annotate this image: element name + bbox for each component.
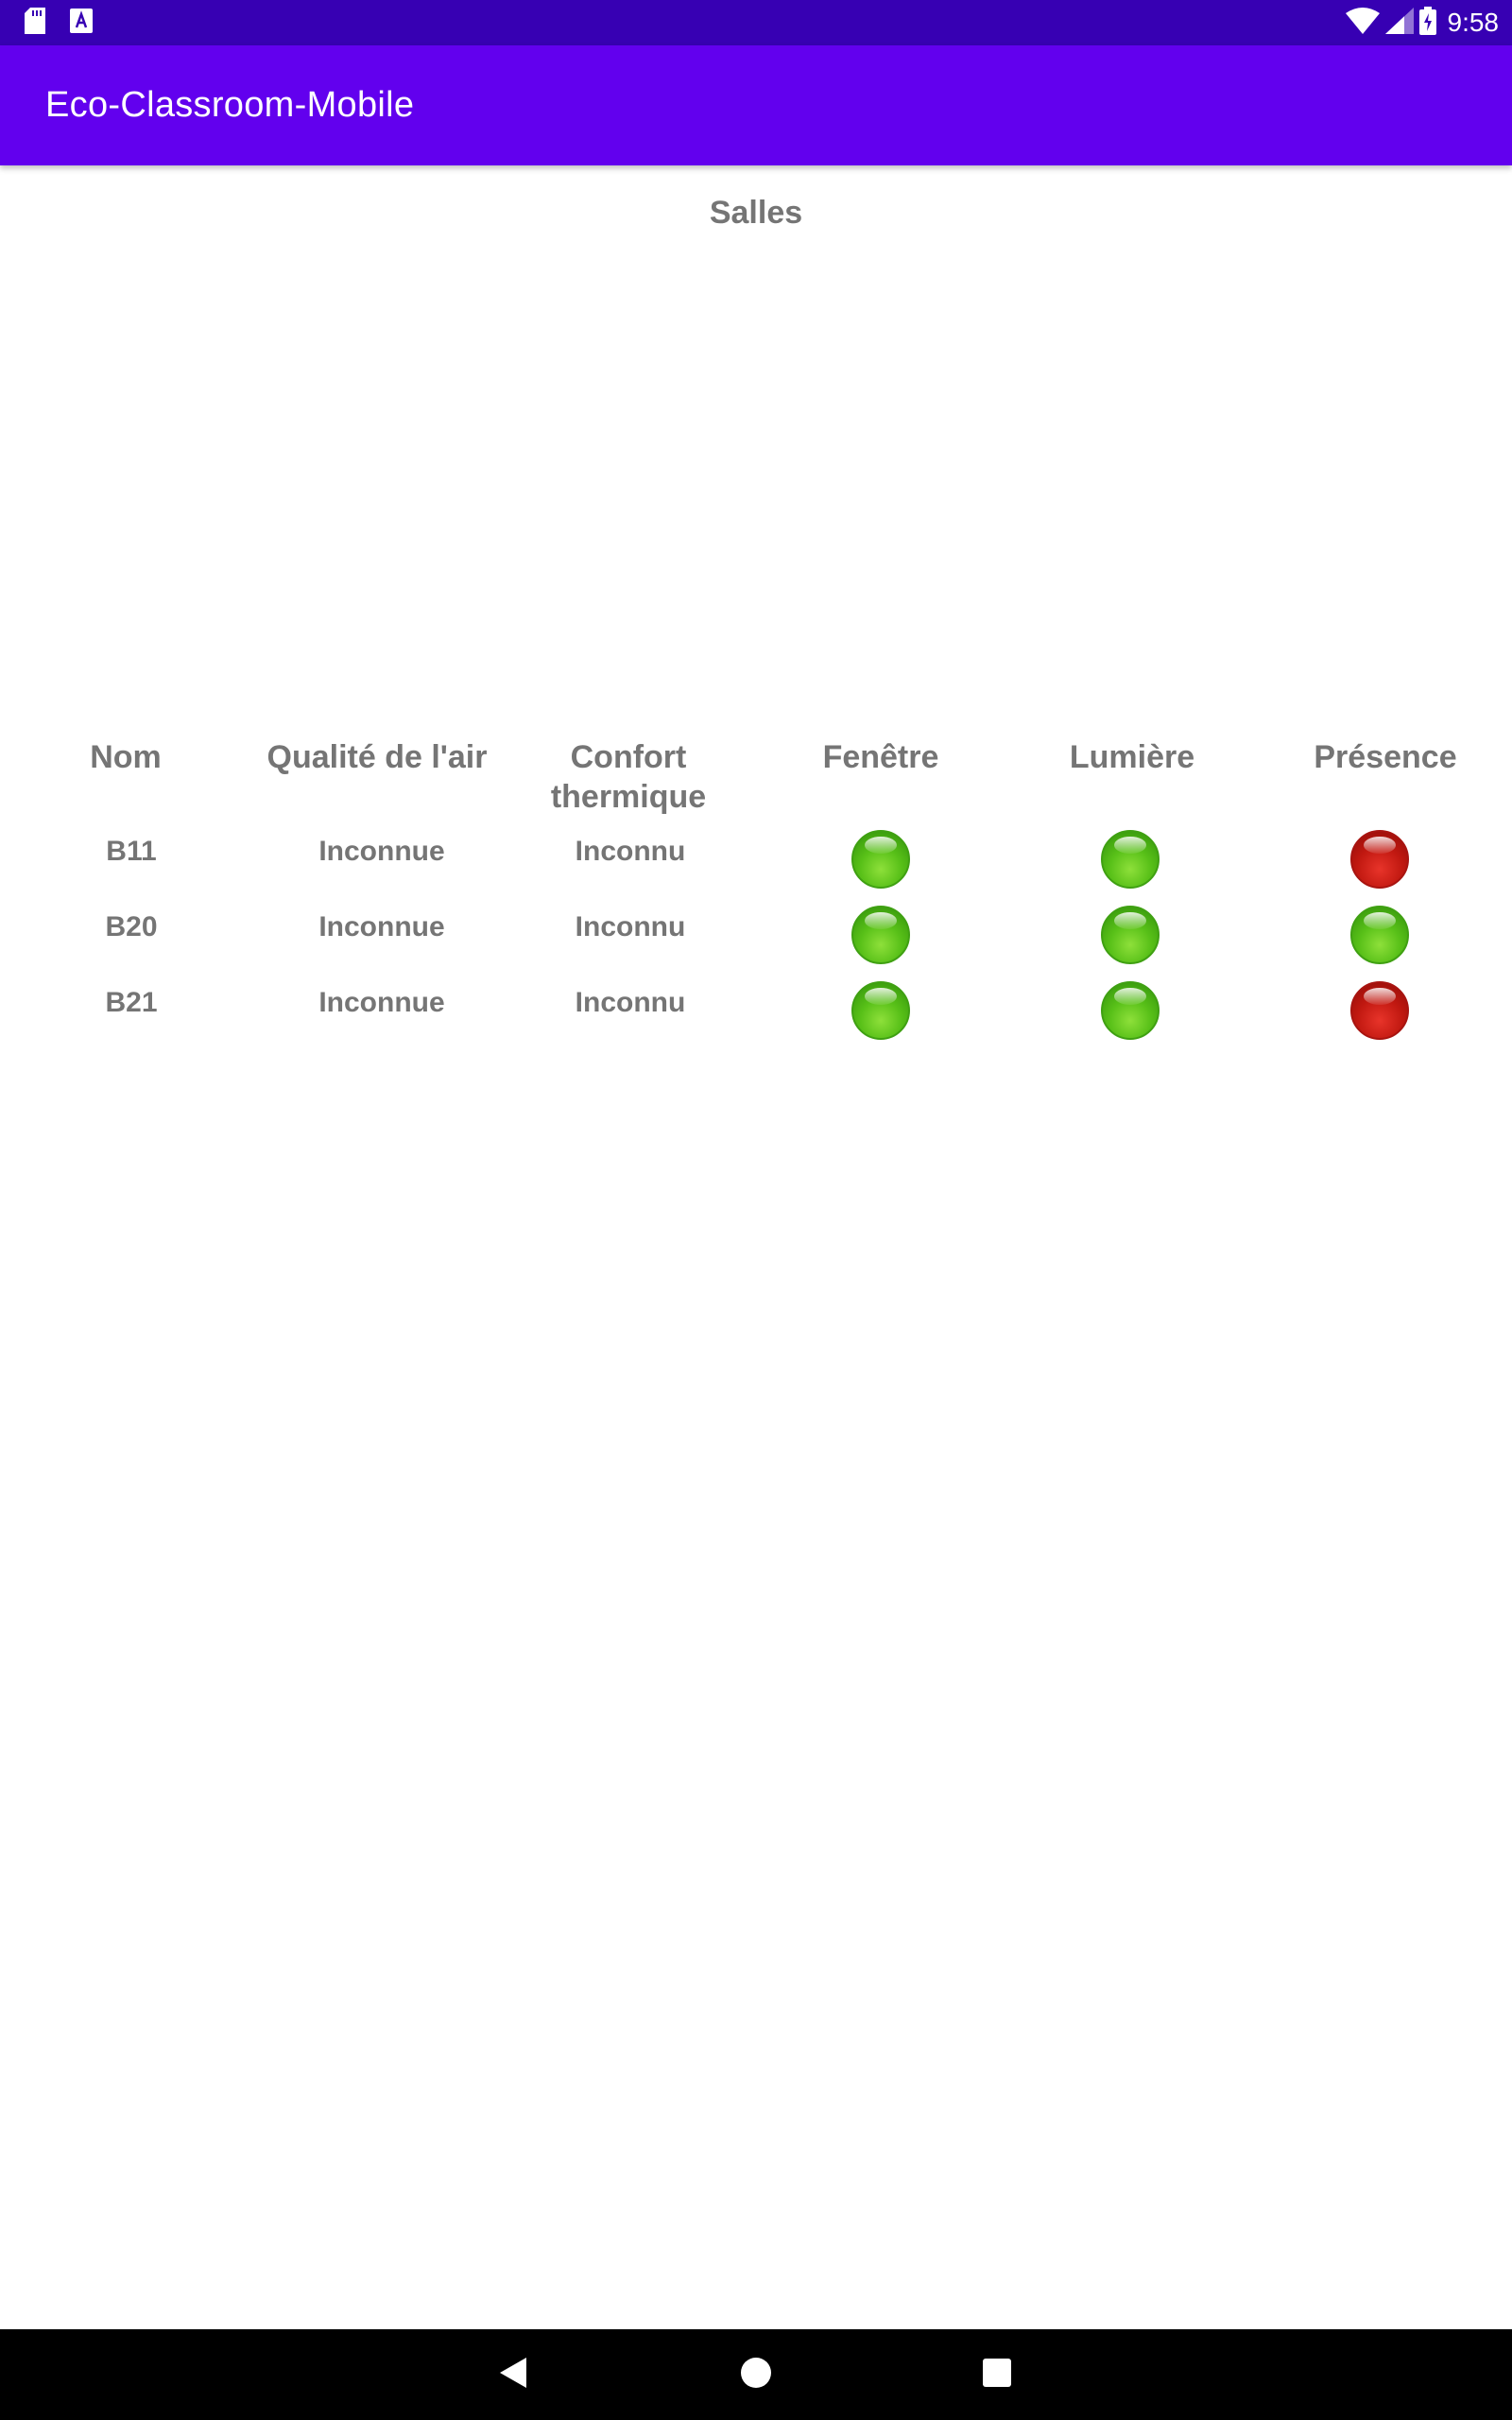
notification-a-icon — [70, 8, 93, 38]
header-presence: Présence — [1314, 739, 1457, 775]
air-quality-value: Inconnue — [318, 987, 445, 1018]
status-right-icons: 9:58 — [1345, 6, 1500, 40]
app-bar: Eco-Classroom-Mobile — [0, 45, 1512, 165]
room-name: B21 — [105, 987, 158, 1018]
back-icon — [498, 2356, 530, 2394]
room-name: B20 — [105, 911, 158, 942]
navigation-bar — [0, 2329, 1512, 2420]
table-row[interactable]: B21 Inconnue Inconnu — [0, 981, 1512, 1059]
room-name: B11 — [106, 836, 157, 867]
header-thermal-comfort: Confort thermique — [506, 737, 751, 817]
sd-card-icon — [25, 7, 45, 39]
light-indicator-icon — [1101, 830, 1160, 889]
home-button[interactable] — [711, 2329, 801, 2420]
air-quality-value: Inconnue — [318, 911, 445, 942]
header-light: Lumière — [1069, 739, 1195, 775]
header-nom: Nom — [90, 739, 162, 775]
thermal-comfort-value: Inconnu — [575, 987, 686, 1018]
header-air-quality: Qualité de l'air — [266, 739, 488, 775]
recents-button[interactable] — [952, 2329, 1042, 2420]
signal-icon — [1384, 7, 1414, 39]
table-row[interactable]: B20 Inconnue Inconnu — [0, 906, 1512, 983]
light-indicator-icon — [1101, 981, 1160, 1040]
presence-indicator-icon — [1350, 830, 1409, 889]
header-window: Fenêtre — [822, 739, 939, 775]
status-bar: 9:58 — [0, 0, 1512, 45]
window-indicator-icon — [851, 981, 910, 1040]
air-quality-value: Inconnue — [318, 836, 445, 867]
recents-icon — [982, 2358, 1012, 2393]
thermal-comfort-value: Inconnu — [575, 911, 686, 942]
home-icon — [740, 2357, 772, 2394]
wifi-icon — [1345, 7, 1380, 39]
header-thermal-comfort-line1: Confort — [570, 739, 687, 775]
window-indicator-icon — [851, 830, 910, 889]
header-thermal-comfort-line2: thermique — [550, 779, 707, 815]
section-title: Salles — [709, 195, 803, 231]
thermal-comfort-value: Inconnu — [575, 836, 686, 867]
table-row[interactable]: B11 Inconnue Inconnu — [0, 830, 1512, 908]
light-indicator-icon — [1101, 906, 1160, 964]
window-indicator-icon — [851, 906, 910, 964]
presence-indicator-icon — [1350, 906, 1409, 964]
app-title: Eco-Classroom-Mobile — [45, 85, 415, 125]
back-button[interactable] — [469, 2329, 559, 2420]
status-time: 9:58 — [1447, 8, 1500, 37]
battery-charging-icon — [1418, 6, 1436, 40]
status-left-icons — [25, 7, 93, 39]
presence-indicator-icon — [1350, 981, 1409, 1040]
